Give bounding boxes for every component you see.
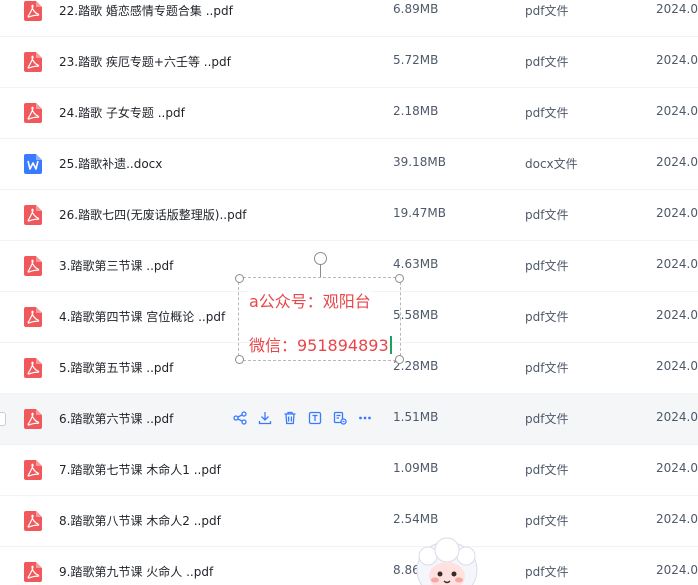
watermark-text-box[interactable]: a公众号：观阳台 微信：951894893 xyxy=(235,274,404,364)
row-actions xyxy=(232,410,373,426)
file-type: pdf文件 xyxy=(525,412,569,426)
delete-icon[interactable] xyxy=(282,410,298,426)
file-name[interactable]: 3.踏歌第三节课 ..pdf xyxy=(59,257,173,274)
file-name[interactable]: 4.踏歌第四节课 宫位概论 ..pdf xyxy=(59,308,225,325)
file-type: pdf文件 xyxy=(525,55,569,69)
docx-file-icon xyxy=(24,154,42,174)
file-size: 6.89MB xyxy=(393,2,439,16)
file-date: 2024.07 xyxy=(656,104,698,118)
extract-text-icon[interactable] xyxy=(307,410,323,426)
file-type: pdf文件 xyxy=(525,208,569,222)
file-date: 2024.07 xyxy=(656,257,698,271)
file-size: 5.72MB xyxy=(393,53,439,67)
file-row[interactable]: 25.踏歌补遗..docx 39.18MB docx文件 2024.07 xyxy=(0,139,698,190)
watermark-line-2: 微信：951894893 xyxy=(249,332,392,356)
file-type: pdf文件 xyxy=(525,310,569,324)
file-name[interactable]: 6.踏歌第六节课 ..pdf xyxy=(59,410,173,427)
file-row[interactable]: 6.踏歌第六节课 ..pdf 1.51MB pdf文件 2024.07 xyxy=(0,394,698,445)
pdf-file-icon xyxy=(24,52,42,72)
file-size: 39.18MB xyxy=(393,155,446,169)
file-date: 2024.07 xyxy=(656,206,698,220)
file-size: 1.51MB xyxy=(393,410,439,424)
file-name[interactable]: 24.踏歌 子女专题 ..pdf xyxy=(59,104,185,121)
file-name[interactable]: 26.踏歌七四(无废话版整理版)..pdf xyxy=(59,206,247,223)
file-row[interactable]: 9.踏歌第九节课 火命人 ..pdf8.86MBpdf文件2024.07 xyxy=(0,547,698,585)
file-date: 2024.07 xyxy=(656,563,698,577)
file-list-page: 22.踏歌 婚恋感情专题合集 ..pdf6.89MBpdf文件2024.0723… xyxy=(0,0,698,585)
file-row[interactable]: 23.踏歌 疾厄专题+六壬等 ..pdf 5.72MB pdf文件 2024.07 xyxy=(0,37,698,88)
file-type: pdf文件 xyxy=(525,565,569,579)
file-size: 4.63MB xyxy=(393,257,439,271)
file-type: docx文件 xyxy=(525,157,578,171)
resize-handle-bottom-left[interactable] xyxy=(235,355,244,364)
more-icon[interactable] xyxy=(357,410,373,426)
file-date: 2024.07 xyxy=(656,53,698,67)
pdf-file-icon xyxy=(24,205,42,225)
download-icon[interactable] xyxy=(257,410,273,426)
file-size: 1.09MB xyxy=(393,461,439,475)
assistant-avatar[interactable] xyxy=(414,536,480,585)
pdf-file-icon xyxy=(24,460,42,480)
file-size: 2.18MB xyxy=(393,104,439,118)
resize-handle-bottom-right[interactable] xyxy=(395,355,404,364)
file-row[interactable]: 7.踏歌第七节课 木命人1 ..pdf 1.09MB pdf文件 2024.07 xyxy=(0,445,698,496)
file-type: pdf文件 xyxy=(525,361,569,375)
row-checkbox[interactable] xyxy=(0,412,6,426)
pdf-file-icon xyxy=(24,1,42,21)
file-name[interactable]: 25.踏歌补遗..docx xyxy=(59,155,162,172)
file-name[interactable]: 8.踏歌第八节课 木命人2 ..pdf xyxy=(59,512,221,529)
rotate-handle[interactable] xyxy=(314,252,327,265)
pdf-file-icon xyxy=(24,562,42,582)
pdf-file-icon xyxy=(24,256,42,276)
file-date: 2024.07 xyxy=(656,2,698,16)
file-row[interactable]: 8.踏歌第八节课 木命人2 ..pdf 2.54MB pdf文件 2024.07 xyxy=(0,496,698,547)
resize-handle-top-left[interactable] xyxy=(235,274,244,283)
file-date: 2024.07 xyxy=(656,410,698,424)
file-name[interactable]: 7.踏歌第七节课 木命人1 ..pdf xyxy=(59,461,221,478)
text-caret xyxy=(389,336,392,354)
file-row[interactable]: 24.踏歌 子女专题 ..pdf 2.18MB pdf文件 2024.07 xyxy=(0,88,698,139)
pdf-file-icon xyxy=(24,358,42,378)
file-type: pdf文件 xyxy=(525,463,569,477)
file-date: 2024.07 xyxy=(656,359,698,373)
rotate-handle-line xyxy=(320,263,321,277)
file-date: 2024.07 xyxy=(656,461,698,475)
file-name[interactable]: 5.踏歌第五节课 ..pdf xyxy=(59,359,173,376)
pdf-file-icon xyxy=(24,409,42,429)
file-row[interactable]: 22.踏歌 婚恋感情专题合集 ..pdf 6.89MB pdf文件 2024.07 xyxy=(0,0,698,37)
share-icon[interactable] xyxy=(232,410,248,426)
file-name[interactable]: 9.踏歌第九节课 火命人 ..pdf xyxy=(59,563,213,580)
resize-handle-top-right[interactable] xyxy=(395,274,404,283)
file-date: 2024.07 xyxy=(656,155,698,169)
file-type: pdf文件 xyxy=(525,4,569,18)
file-name[interactable]: 22.踏歌 婚恋感情专题合集 ..pdf xyxy=(59,2,233,19)
file-name[interactable]: 23.踏歌 疾厄专题+六壬等 ..pdf xyxy=(59,53,231,70)
file-date: 2024.07 xyxy=(656,512,698,526)
pdf-file-icon xyxy=(24,103,42,123)
pdf-file-icon xyxy=(24,307,42,327)
watermark-line-1: a公众号：观阳台 xyxy=(249,288,371,312)
assistant-mascot-icon xyxy=(416,537,478,585)
file-row[interactable]: 26.踏歌七四(无废话版整理版)..pdf 19.47MB pdf文件 2024.07 xyxy=(0,190,698,241)
file-date: 2024.07 xyxy=(656,308,698,322)
pdf-file-icon xyxy=(24,511,42,531)
file-type: pdf文件 xyxy=(525,259,569,273)
file-type: pdf文件 xyxy=(525,106,569,120)
file-size: 19.47MB xyxy=(393,206,446,220)
file-size: 2.54MB xyxy=(393,512,439,526)
file-type: pdf文件 xyxy=(525,514,569,528)
translate-icon[interactable] xyxy=(332,410,348,426)
